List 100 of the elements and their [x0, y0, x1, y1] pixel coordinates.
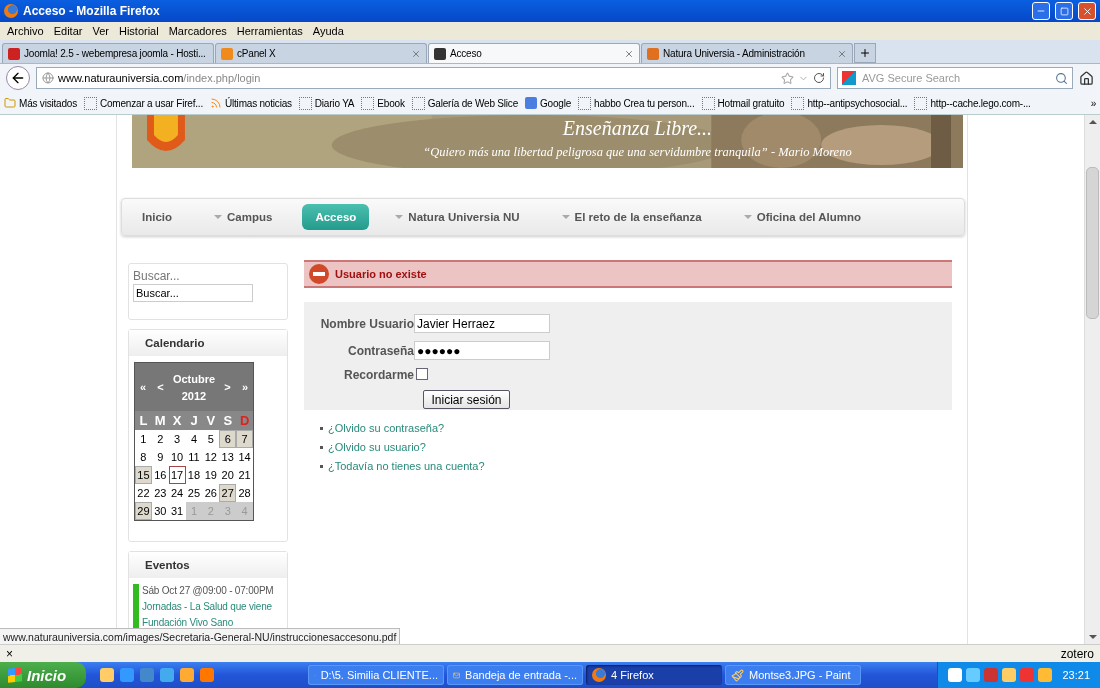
bookmark-item[interactable]: Diario YA — [298, 96, 355, 110]
bookmark-item[interactable]: Ebook — [361, 96, 405, 110]
tray-icon[interactable] — [1020, 668, 1035, 682]
reload-icon[interactable] — [813, 72, 825, 84]
taskbar-button[interactable]: Montse3.JPG - Paint — [725, 665, 861, 685]
maximize-icon — [1059, 6, 1069, 16]
status-link-url: www.naturauniversia.com/images/Secretaria-General-NU/instruccionesaccesonu.pdf — [0, 628, 401, 644]
input-field[interactable]: Javier Herraez — [414, 314, 550, 333]
menu-item[interactable]: Herramientas — [231, 25, 308, 37]
bookmark-item[interactable]: habbo Crea tu person... — [578, 96, 695, 110]
quick-launch-icon[interactable] — [120, 668, 134, 682]
remember-checkbox[interactable] — [416, 368, 428, 380]
calendar-day[interactable]: 29 — [135, 502, 152, 520]
previous-year-button[interactable]: « — [138, 381, 149, 393]
taskbar-button[interactable]: D:\5. Similia CLIENTE... — [308, 665, 444, 685]
bookmark-item[interactable]: Galería de Web Slice — [411, 96, 518, 110]
plus-icon — [859, 47, 871, 59]
menu-item[interactable]: Historial — [113, 25, 164, 37]
event-link[interactable]: Jornadas - La Salud que viene — [142, 600, 274, 613]
quick-launch-icon[interactable] — [200, 668, 214, 682]
bookmark-item[interactable]: Hotmail gratuito — [701, 96, 785, 110]
menu-link[interactable]: Natura Universia NU — [383, 204, 532, 230]
new-tab-button[interactable] — [854, 43, 876, 63]
menu-link[interactable]: El reto de la enseñanza — [549, 204, 714, 230]
close-button[interactable]: × — [6, 646, 13, 661]
help-link[interactable]: ¿Olvido su contraseña? — [328, 422, 445, 434]
browser-tab[interactable]: Natura Universia - Administración — [641, 43, 853, 63]
close-icon[interactable] — [624, 48, 634, 59]
menu-item[interactable]: Ayuda — [307, 25, 349, 37]
site-quote: “Quiero más una libertad peligrosa que una servidumbre tranquila” - Mario Moreno — [423, 145, 852, 160]
menu-item[interactable]: Marcadores — [163, 25, 232, 37]
scrollbar[interactable] — [1084, 115, 1100, 644]
bookmark-item[interactable]: Comenzar a usar Firef... — [84, 96, 203, 110]
month-label: Octubre — [172, 372, 216, 385]
menu-item[interactable]: Ver — [87, 25, 114, 37]
search-icon[interactable] — [1055, 71, 1068, 85]
bullet-icon — [320, 445, 323, 449]
tray-icon[interactable] — [948, 668, 963, 682]
tray-icon[interactable] — [1002, 668, 1017, 682]
help-link[interactable]: ¿Todavía no tienes una cuenta? — [328, 460, 485, 472]
bookmark-item[interactable]: Últimas noticias — [210, 97, 292, 109]
login-button[interactable]: Iniciar sesión — [423, 390, 510, 409]
field-label: Nombre Usuario — [320, 316, 414, 331]
quick-launch-icon[interactable] — [180, 668, 194, 682]
page-icon — [701, 96, 715, 110]
help-link[interactable]: ¿Olvido su usuario? — [328, 441, 426, 453]
next-year-button[interactable]: » — [239, 381, 250, 393]
window-title: Acceso - Mozilla Firefox — [23, 4, 161, 18]
bookmark-item[interactable]: Google — [525, 97, 572, 109]
search-box[interactable]: AVG Secure Search — [837, 67, 1073, 89]
close-button[interactable] — [1078, 2, 1096, 20]
tray-icon[interactable] — [966, 668, 981, 682]
bookmark-item[interactable]: Más visitados — [4, 97, 77, 109]
taskbar-button[interactable]: Bandeja de entrada -... — [447, 665, 583, 685]
calendar-day[interactable]: 6 — [219, 430, 237, 448]
menu-link[interactable]: Campus — [202, 204, 285, 230]
calendar-day[interactable]: 15 — [135, 466, 152, 484]
maximize-button[interactable] — [1055, 2, 1073, 20]
search-field[interactable]: Buscar... — [133, 284, 253, 302]
tray-icon[interactable] — [1038, 668, 1053, 682]
browser-tab[interactable]: Joomla! 2.5 - webempresa joomla - Hosti... — [2, 43, 214, 63]
search-label: Buscar... — [133, 269, 181, 283]
menu-link[interactable]: Oficina del Alumno — [731, 204, 874, 230]
address-field[interactable]: www.naturauniversia.com/index.php/login — [36, 67, 831, 89]
input-field[interactable]: ●●●●●● — [414, 341, 550, 360]
close-icon[interactable] — [837, 48, 847, 59]
back-button[interactable] — [6, 66, 30, 90]
taskbar-button[interactable]: 4 Firefox — [586, 665, 722, 685]
zotero-label[interactable]: zotero — [1060, 646, 1094, 661]
page-icon — [298, 96, 312, 110]
search-engine-icon — [842, 71, 856, 85]
error-icon — [309, 264, 329, 284]
bookmark-item[interactable]: http--cache.lego.com-... — [914, 96, 1031, 110]
home-icon[interactable] — [1079, 70, 1094, 86]
close-icon[interactable] — [411, 48, 421, 59]
menu-link[interactable]: Inicio — [130, 204, 185, 230]
calendar-day[interactable]: 7 — [236, 430, 253, 448]
menu-item[interactable]: Archivo — [2, 25, 49, 37]
quick-launch-icon[interactable] — [140, 668, 154, 682]
next-month-button[interactable]: > — [222, 381, 233, 393]
quick-launch-icon[interactable] — [100, 668, 114, 682]
bookmark-star-icon[interactable] — [781, 71, 794, 85]
page-icon — [914, 96, 928, 110]
weekday-label: S — [223, 414, 233, 427]
browser-tab[interactable]: Acceso — [428, 43, 640, 63]
start-button[interactable]: Inicio — [0, 662, 86, 688]
menu-item[interactable]: Editar — [48, 25, 88, 37]
tray-icon[interactable] — [984, 668, 999, 682]
page-icon — [361, 96, 375, 110]
globe-icon — [42, 72, 54, 84]
browser-tab[interactable]: cPanel X — [215, 43, 427, 63]
bookmark-item[interactable]: http--antipsychosocial... — [791, 96, 908, 110]
calendar-day[interactable]: 27 — [219, 484, 237, 502]
quick-launch-icon[interactable] — [160, 668, 174, 682]
event-place-link[interactable]: Fundación Vivo Sano — [142, 616, 274, 629]
more-bookmarks-button[interactable]: » — [1090, 97, 1096, 109]
close-icon — [1081, 5, 1093, 17]
previous-month-button[interactable]: < — [155, 381, 166, 393]
minimize-button[interactable] — [1032, 2, 1050, 20]
page-icon — [578, 96, 592, 110]
